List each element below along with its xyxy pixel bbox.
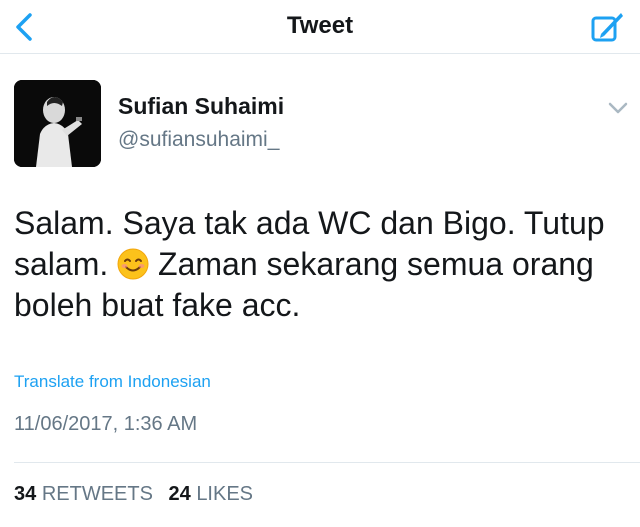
page-title: Tweet (286, 12, 354, 39)
divider (14, 462, 640, 463)
author-handle[interactable]: @sufiansuhaimi_ (118, 128, 279, 152)
retweets-count: 34 (14, 483, 37, 505)
likes-count: 24 (168, 483, 191, 505)
author-name[interactable]: Sufian Suhaimi (118, 93, 284, 120)
tweet-text: Salam. Saya tak ada WC dan Bigo. Tutup s… (14, 203, 626, 326)
smiling-face-emoji-icon (117, 248, 149, 280)
likes-label: LIKES (196, 483, 254, 505)
translate-link[interactable]: Translate from Indonesian (14, 372, 211, 392)
avatar[interactable] (14, 80, 101, 167)
retweets-stat[interactable]: 34 RETWEETS (14, 483, 153, 505)
compose-tweet-icon[interactable] (590, 9, 626, 45)
navigation-bar: Tweet (0, 0, 640, 54)
retweets-label: RETWEETS (41, 483, 153, 505)
chevron-down-icon[interactable] (606, 97, 630, 119)
tweet-stats: 34 RETWEETS 24 LIKES (14, 483, 263, 506)
avatar-photo (14, 80, 101, 167)
likes-stat[interactable]: 24 LIKES (169, 483, 254, 505)
tweet-timestamp: 11/06/2017, 1:36 AM (14, 413, 198, 435)
